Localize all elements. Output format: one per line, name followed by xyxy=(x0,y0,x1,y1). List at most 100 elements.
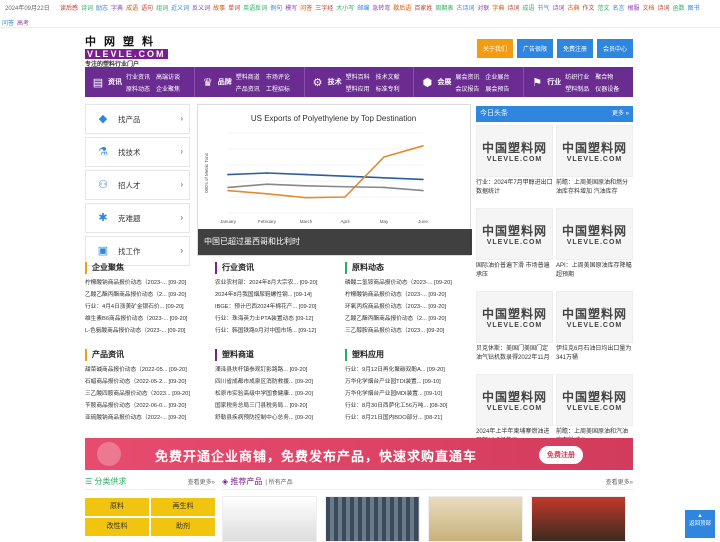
top-link[interactable]: 反义词 xyxy=(192,3,210,12)
top-link[interactable]: 名言 xyxy=(613,3,625,12)
list-item[interactable]: 国家税务总局三门县税务局... [09-20] xyxy=(215,400,341,412)
list-item[interactable]: IBGE：预计巴西2024年棉花产... [09-20] xyxy=(215,301,341,313)
top-link[interactable]: 读后感 xyxy=(60,3,78,12)
nav-link[interactable]: 塑料商道 xyxy=(236,72,260,81)
top-link[interactable]: 励志 xyxy=(96,3,108,12)
nav-link[interactable]: 企业聚焦 xyxy=(156,84,180,93)
product-card[interactable] xyxy=(325,496,420,542)
list-item[interactable]: 乙酸乙酯丙酯商品报价动态（2... [09-20] xyxy=(345,313,471,325)
top-link[interactable]: 问答 xyxy=(2,18,14,27)
supply-more-link[interactable]: 查看更多» xyxy=(188,477,215,486)
top-link[interactable]: 大小写 xyxy=(336,3,354,12)
nav-link[interactable]: 市场评论 xyxy=(266,72,290,81)
nav-link[interactable]: 行业资讯 xyxy=(126,72,150,81)
headline-slide[interactable]: US Exports of Polyethylene by Top Destin… xyxy=(197,104,472,256)
nav-link[interactable]: 技术文献 xyxy=(376,72,400,81)
top-link[interactable]: 图书 xyxy=(688,3,700,12)
list-item[interactable]: 万华化学烟台产业园TDI装置... [09-10] xyxy=(345,376,471,388)
top-link[interactable]: 古典 xyxy=(567,3,579,12)
top-link[interactable]: 范文 xyxy=(597,3,609,12)
list-item[interactable]: 四川省成都市成泉区消防救援... [09-20] xyxy=(215,376,341,388)
list-item[interactable]: 松原市实验高级中学国食健康... [09-20] xyxy=(215,388,341,400)
list-item[interactable]: 万华化学烟台产业园MDI装置... [09-10] xyxy=(345,388,471,400)
top-link[interactable]: 诗词 xyxy=(552,3,564,12)
nav-link[interactable]: 塑料制品 xyxy=(565,84,589,93)
column-title[interactable]: 行业资讯 xyxy=(215,262,341,274)
list-item[interactable]: L-色氨酸商品报价动态（2023-... [09-20] xyxy=(85,325,211,337)
top-link[interactable]: 函数 xyxy=(673,3,685,12)
headline-tile[interactable]: 中国塑料网 VLEVLE.COM 国际油价普遍下滑 市场普遍承压 xyxy=(476,208,553,288)
nav-link[interactable]: 仪器设备 xyxy=(595,84,619,93)
product-card[interactable] xyxy=(428,496,523,542)
solve-problem-item[interactable]: ✱ 克难题 › xyxy=(85,203,190,233)
nav-title[interactable]: 会展 xyxy=(437,77,451,87)
list-item[interactable]: 甜菜碱商品报价动态（2022-05... [09-20] xyxy=(85,364,211,376)
list-item[interactable]: 柠檬酸钠商品报价动态（2023-... [09-20] xyxy=(85,277,211,289)
headline-tile[interactable]: 中国塑料网 VLEVLE.COM 前瞻：上周美国原油和燃分油库存料增加 汽油库存 xyxy=(556,125,633,205)
top-link[interactable]: 单词 xyxy=(228,3,240,12)
list-item[interactable]: 行业：9月12日再化聚碳双酚A... [09-20] xyxy=(345,364,471,376)
top-link[interactable]: 邮编 xyxy=(357,3,369,12)
product-card[interactable] xyxy=(222,496,317,542)
list-item[interactable]: 柠檬酸钠商品报价动态（2023-... [09-20] xyxy=(345,289,471,301)
category-modified[interactable]: 改性料 xyxy=(85,518,149,536)
nav-link[interactable]: 标准专利 xyxy=(376,84,400,93)
top-link[interactable]: 古诗词 xyxy=(456,3,474,12)
products-more-link[interactable]: 查看更多» xyxy=(606,477,633,486)
nav-link[interactable]: 工程招标 xyxy=(266,84,290,93)
tile-caption[interactable]: 行业：2024年7月甲醇进出口数据统计 xyxy=(476,177,553,205)
site-logo[interactable]: 中网塑料 VLEVLE.COM 专注的塑料行业门户 xyxy=(85,33,185,68)
tile-caption[interactable]: 国际油价普遍下滑 市场普遍承压 xyxy=(476,260,553,288)
top-link[interactable]: 字典 xyxy=(492,3,504,12)
find-tech-item[interactable]: ⚗ 找技术 › xyxy=(85,137,190,167)
list-item[interactable]: 石蜡商品报价动态（2022-05-2... [09-20] xyxy=(85,376,211,388)
member-center-button[interactable]: 会员中心 xyxy=(596,39,633,58)
nav-link[interactable]: 纺织行业 xyxy=(565,72,589,81)
nav-title[interactable]: 资讯 xyxy=(108,77,122,87)
nav-link[interactable]: 展会资讯 xyxy=(455,72,479,81)
top-link[interactable]: 语句 xyxy=(141,3,153,12)
headline-tile[interactable]: 中国塑料网 VLEVLE.COM 贝克休斯：美国门美国门定油气钻机数录得2022年1… xyxy=(476,291,553,371)
nav-link[interactable]: 产品资讯 xyxy=(236,84,260,93)
top-link[interactable]: 诗词 xyxy=(81,3,93,12)
nav-link[interactable]: 聚合物 xyxy=(595,72,619,81)
list-item[interactable]: 2024年8月我国烟尿鞋螺性钢... [09-14] xyxy=(215,289,341,301)
top-link[interactable]: 周期表 xyxy=(435,3,453,12)
column-title[interactable]: 塑料应用 xyxy=(345,349,471,361)
tile-caption[interactable]: 伊拉克6月石油日均出口量为341万桶 xyxy=(556,343,633,371)
headline-tile[interactable]: 中国塑料网 VLEVLE.COM 行业：2024年7月甲醇进出口数据统计 xyxy=(476,125,553,205)
nav-link[interactable]: 原料动态 xyxy=(126,84,150,93)
top-link[interactable]: 急转弯 xyxy=(372,3,390,12)
nav-link[interactable]: 塑料应用 xyxy=(346,84,370,93)
list-item[interactable]: 亚硫酸钠商品报价动态（2022-... [09-20] xyxy=(85,412,211,424)
top-link[interactable]: 故事 xyxy=(213,3,225,12)
headline-caption[interactable]: 中国已超过墨西哥和比利时 xyxy=(198,229,472,255)
list-item[interactable]: 三乙醇胺商品报价动态（2023... [09-20] xyxy=(345,325,471,337)
about-button[interactable]: 关于我们 xyxy=(476,39,513,58)
list-item[interactable]: 行业：4月4日涨美矿金银石价... [09-20] xyxy=(85,301,211,313)
tile-caption[interactable]: 前瞻：上周美国原油和燃分油库存料增加 汽油库存 xyxy=(556,177,633,205)
list-item[interactable]: 维生素B6商品报价动态（2023-... [09-20] xyxy=(85,313,211,325)
list-item[interactable]: 磷酸二氢铵商品报价动态（2023-... [09-20] xyxy=(345,277,471,289)
top-link[interactable]: 近义词 xyxy=(171,3,189,12)
list-item[interactable]: 溧泽县扶杆镇参观钉影路路... [09-20] xyxy=(215,364,341,376)
top-link[interactable]: 歇后语 xyxy=(393,3,411,12)
category-raw[interactable]: 原料 xyxy=(85,498,149,516)
list-item[interactable]: 行业：韩国铁路9月对中国市场... [09-12] xyxy=(215,325,341,337)
column-title[interactable]: 产品资讯 xyxy=(85,349,211,361)
recruit-item[interactable]: ⚇ 招人才 › xyxy=(85,170,190,200)
category-recycled[interactable]: 再生料 xyxy=(151,498,215,516)
more-link[interactable]: 更多 » xyxy=(612,106,629,122)
column-title[interactable]: 原料动态 xyxy=(345,262,471,274)
list-item[interactable]: 农业农村部：2024年8月大宗农... [09-20] xyxy=(215,277,341,289)
list-item[interactable]: 舒勒县疾病预防控制中心总务... [09-20] xyxy=(215,412,341,424)
category-additive[interactable]: 助剂 xyxy=(151,518,215,536)
nav-link[interactable]: 会议报告 xyxy=(455,84,479,93)
list-item[interactable]: 行业：8月30日西萨化工56万吨... [08-30] xyxy=(345,400,471,412)
top-link[interactable]: 根服 xyxy=(628,3,640,12)
list-item[interactable]: 环氧丙烷商品报价动态（2023-... [09-20] xyxy=(345,301,471,313)
list-item[interactable]: 乙酸乙酯丙酯商品报价动态（2... [09-20] xyxy=(85,289,211,301)
list-item[interactable]: 行业：珠海英力士PTA装置动态 [09-12] xyxy=(215,313,341,325)
nav-title[interactable]: 品牌 xyxy=(218,77,232,87)
top-link[interactable]: 诗词 xyxy=(658,3,670,12)
